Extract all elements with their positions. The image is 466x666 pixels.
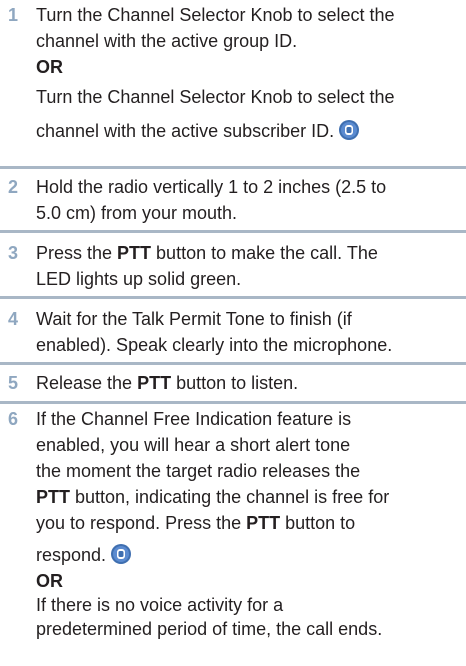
step-divider — [0, 230, 466, 233]
step-text: enabled). Speak clearly into the microph… — [36, 335, 393, 355]
step-content: Turn the Channel Selector Knob to select… — [36, 2, 464, 144]
ptt-label: PTT — [117, 243, 152, 263]
radio-feature-icon — [111, 544, 132, 564]
step-text: Press the — [36, 243, 118, 263]
step-text: Wait for the Talk Permit Tone to finish … — [36, 309, 352, 329]
step-number: 1 — [8, 5, 19, 25]
step-divider — [0, 362, 466, 365]
step-text: you to respond. Press the — [36, 513, 247, 533]
step-content: If the Channel Free Indication feature i… — [36, 406, 464, 642]
step-content: Wait for the Talk Permit Tone to finish … — [36, 306, 464, 358]
document-page: { "steps": [ { "number": "1", "line1": "… — [0, 0, 466, 666]
ptt-label: PTT — [246, 513, 281, 533]
step-text: Turn the Channel Selector Knob to select… — [36, 87, 395, 107]
step-text: button, indicating the channel is free f… — [70, 487, 390, 507]
step-text: channel with the active subscriber ID. — [36, 121, 335, 141]
step-text: If the Channel Free Indication feature i… — [36, 409, 352, 429]
step-text: If there is no voice activity for a — [36, 595, 284, 615]
step-text-line: you to respond. Press the PTT button to — [36, 510, 464, 536]
step-text: Release the — [36, 373, 138, 393]
step-text: 5.0 cm) from your mouth. — [36, 203, 238, 223]
step-number: 2 — [8, 177, 19, 197]
step-content: Release the PTT button to listen. — [36, 370, 464, 396]
step-number: 3 — [8, 243, 19, 263]
step-text: button to — [280, 513, 356, 533]
step-text: predetermined period of time, the call e… — [36, 619, 383, 639]
step-number: 4 — [8, 309, 19, 329]
radio-feature-icon — [339, 120, 360, 140]
step-text-line: Release the PTT button to listen. — [36, 370, 464, 396]
step-text: Turn the Channel Selector Knob to select… — [36, 5, 395, 25]
step-text: the moment the target radio releases the — [36, 461, 361, 481]
step-text-line: PTT button, indicating the channel is fr… — [36, 484, 464, 510]
step-text: Hold the radio vertically 1 to 2 inches … — [36, 177, 387, 197]
or-label: OR — [36, 571, 63, 591]
or-label: OR — [36, 57, 63, 77]
step-divider — [0, 166, 466, 169]
ptt-label: PTT — [137, 373, 172, 393]
step-number: 5 — [8, 373, 19, 393]
step-text: respond. — [36, 545, 107, 565]
step-text: channel with the active group ID. — [36, 31, 298, 51]
ptt-label: PTT — [36, 487, 70, 507]
step-content: Hold the radio vertically 1 to 2 inches … — [36, 174, 464, 226]
step-text: LED lights up solid green. — [36, 269, 242, 289]
step-text: button to listen. — [171, 373, 299, 393]
step-text: button to make the call. The — [151, 243, 378, 263]
step-text: enabled, you will hear a short alert ton… — [36, 435, 351, 455]
step-divider — [0, 296, 466, 299]
step-content: Press the PTT button to make the call. T… — [36, 240, 464, 292]
step-number: 6 — [8, 409, 19, 429]
step-text-line: Press the PTT button to make the call. T… — [36, 240, 464, 266]
step-divider — [0, 401, 466, 404]
step-text-with-icon: respond. — [36, 542, 464, 568]
step-text-with-icon: channel with the active subscriber ID. — [36, 118, 464, 144]
